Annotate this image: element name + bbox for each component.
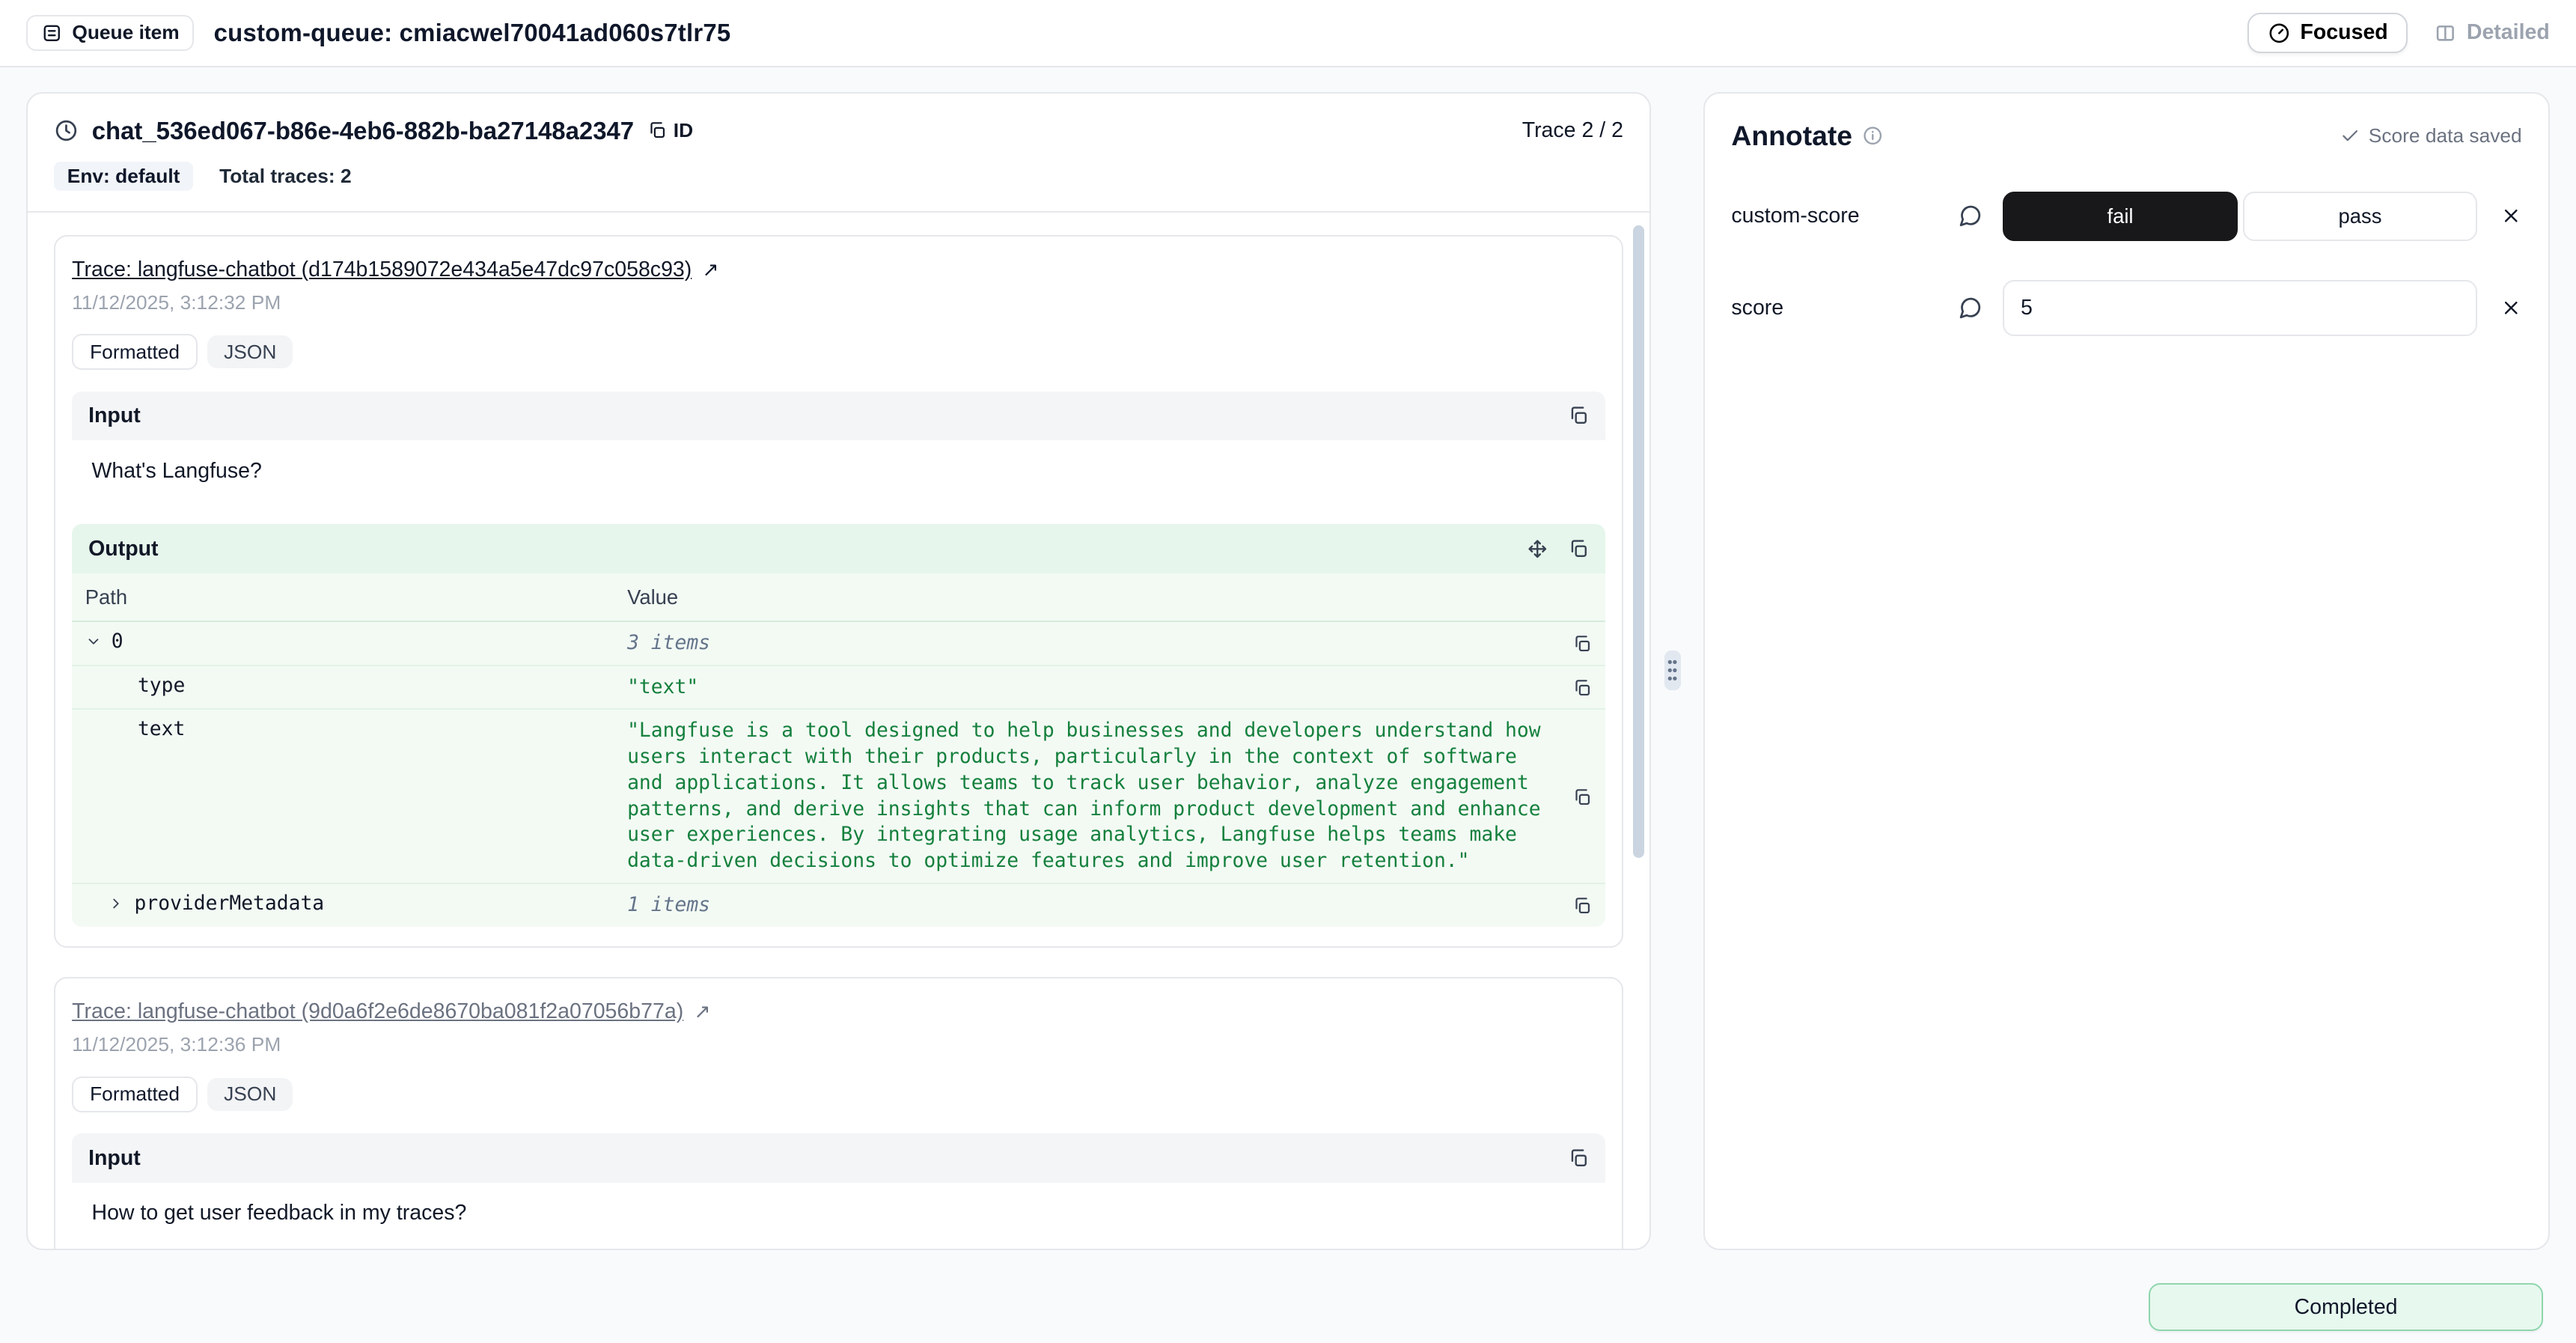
- copy-icon[interactable]: [1572, 720, 1592, 874]
- queue-item-label: Queue item: [72, 21, 179, 44]
- env-badge: Env: default: [54, 162, 193, 192]
- save-status: Score data saved: [2340, 124, 2521, 147]
- output-label: Output: [88, 537, 158, 561]
- copy-icon[interactable]: [1568, 538, 1590, 560]
- tab-json[interactable]: JSON: [207, 335, 293, 368]
- row-key: providerMetadata: [135, 892, 325, 915]
- check-icon: [2340, 126, 2360, 145]
- value-column-header: Value: [614, 573, 1605, 621]
- external-link-icon: ↗: [694, 1000, 710, 1023]
- score-name: score: [1731, 296, 1958, 320]
- trace-counter: Trace 2 / 2: [1522, 118, 1623, 143]
- focused-label: Focused: [2300, 20, 2387, 45]
- expand-icon[interactable]: [1527, 538, 1548, 560]
- table-row: text "Langfuse is a tool designed to hel…: [72, 710, 1605, 884]
- trace-list: Trace: langfuse-chatbot (d174b1589072e43…: [28, 212, 1649, 1249]
- table-header: Path Value: [72, 573, 1605, 622]
- detailed-button[interactable]: Detailed: [2434, 20, 2550, 45]
- trace-link[interactable]: Trace: langfuse-chatbot (d174b1589072e43…: [72, 258, 692, 281]
- completed-button[interactable]: Completed: [2149, 1283, 2543, 1331]
- row-key: type: [138, 674, 185, 697]
- tab-json[interactable]: JSON: [207, 1078, 293, 1111]
- focused-button[interactable]: Focused: [2247, 13, 2407, 54]
- trace-card: Trace: langfuse-chatbot (9d0a6f2e6de8670…: [54, 977, 1623, 1249]
- input-label: Input: [88, 1146, 141, 1171]
- columns-icon: [2434, 22, 2457, 45]
- id-label: ID: [674, 119, 693, 142]
- close-icon: [2500, 205, 2522, 227]
- trace-panel-badges: Env: default Total traces: 2: [28, 162, 1649, 211]
- row-value: 3 items: [627, 630, 1560, 657]
- table-row: providerMetadata 1 items: [72, 884, 1605, 927]
- annotate-title: Annotate: [1731, 120, 1852, 152]
- row-key: text: [138, 718, 185, 740]
- total-traces-label: Total traces: 2: [219, 165, 352, 188]
- remove-score-button[interactable]: [2500, 297, 2522, 319]
- app-root: Queue item custom-queue: cmiacwel70041ad…: [0, 0, 2576, 1342]
- row-key: 0: [112, 630, 123, 653]
- trace-link[interactable]: Trace: langfuse-chatbot (9d0a6f2e6de8670…: [72, 999, 683, 1023]
- annotate-panel: Annotate Score data saved custom-score f…: [1703, 92, 2549, 1251]
- tab-formatted[interactable]: Formatted: [72, 1076, 198, 1112]
- top-bar: Queue item custom-queue: cmiacwel70041ad…: [0, 0, 2576, 67]
- score-option-pass[interactable]: pass: [2243, 192, 2478, 241]
- queue-icon: [41, 22, 63, 44]
- queue-item-title: chat_536ed067-b86e-4eb6-882b-ba27148a234…: [92, 117, 634, 145]
- info-icon[interactable]: [1862, 125, 1884, 147]
- row-value: "Langfuse is a tool designed to help bus…: [627, 718, 1560, 874]
- gauge-icon: [2268, 22, 2291, 45]
- comment-icon[interactable]: [1958, 204, 1983, 228]
- page-title: custom-queue: cmiacwel70041ad060s7tlr75: [214, 19, 731, 47]
- table-row: 0 3 items: [72, 622, 1605, 666]
- copy-icon[interactable]: [1572, 632, 1592, 657]
- trace-timestamp: 11/12/2025, 3:12:36 PM: [72, 1033, 1605, 1056]
- input-section-header: Input: [72, 392, 1605, 441]
- trace-card: Trace: langfuse-chatbot (d174b1589072e43…: [54, 235, 1623, 948]
- copy-icon[interactable]: [1568, 1148, 1590, 1169]
- score-options: fail pass: [2003, 192, 2522, 241]
- trace-timestamp: 11/12/2025, 3:12:32 PM: [72, 291, 1605, 314]
- external-link-icon: ↗: [702, 258, 718, 281]
- format-tabs: Formatted JSON: [72, 334, 1605, 370]
- detailed-label: Detailed: [2467, 20, 2550, 45]
- copy-icon: [647, 121, 667, 140]
- format-tabs: Formatted JSON: [72, 1076, 1605, 1112]
- input-label: Input: [88, 403, 141, 428]
- table-row: type "text": [72, 666, 1605, 710]
- comment-icon[interactable]: [1958, 296, 1983, 320]
- input-text: How to get user feedback in my traces?: [72, 1183, 1605, 1245]
- remove-score-button[interactable]: [2500, 205, 2522, 227]
- copy-icon[interactable]: [1572, 894, 1592, 919]
- path-column-header: Path: [72, 573, 614, 621]
- input-text: What's Langfuse?: [72, 440, 1605, 502]
- trace-panel-header: chat_536ed067-b86e-4eb6-882b-ba27148a234…: [28, 94, 1649, 162]
- save-status-label: Score data saved: [2369, 124, 2522, 147]
- tab-formatted[interactable]: Formatted: [72, 334, 198, 370]
- score-row-custom-score: custom-score fail pass: [1731, 192, 2521, 241]
- copy-icon[interactable]: [1568, 405, 1590, 427]
- output-json-table: Path Value 0 3 items: [72, 573, 1605, 926]
- clock-icon: [54, 118, 79, 143]
- close-icon: [2500, 297, 2522, 319]
- chevron-down-icon[interactable]: [85, 633, 102, 650]
- annotate-header: Annotate Score data saved: [1731, 120, 2521, 152]
- row-value: 1 items: [627, 892, 1560, 919]
- panel-resize-handle[interactable]: [1664, 651, 1681, 690]
- score-row-score: score: [1731, 280, 2521, 336]
- queue-item-badge: Queue item: [26, 15, 194, 51]
- score-option-fail[interactable]: fail: [2003, 192, 2238, 241]
- chevron-right-icon[interactable]: [108, 895, 124, 912]
- input-section-header: Input: [72, 1133, 1605, 1183]
- score-value-input[interactable]: [2003, 280, 2477, 336]
- trace-detail-panel: chat_536ed067-b86e-4eb6-882b-ba27148a234…: [26, 92, 1651, 1251]
- scrollbar[interactable]: [1633, 225, 1644, 858]
- score-name: custom-score: [1731, 204, 1958, 228]
- view-toggle: Focused Detailed: [2247, 13, 2549, 54]
- copy-icon[interactable]: [1572, 676, 1592, 701]
- output-section-header: Output: [72, 524, 1605, 573]
- copy-id-button[interactable]: ID: [647, 119, 693, 142]
- row-value: "text": [627, 674, 1560, 701]
